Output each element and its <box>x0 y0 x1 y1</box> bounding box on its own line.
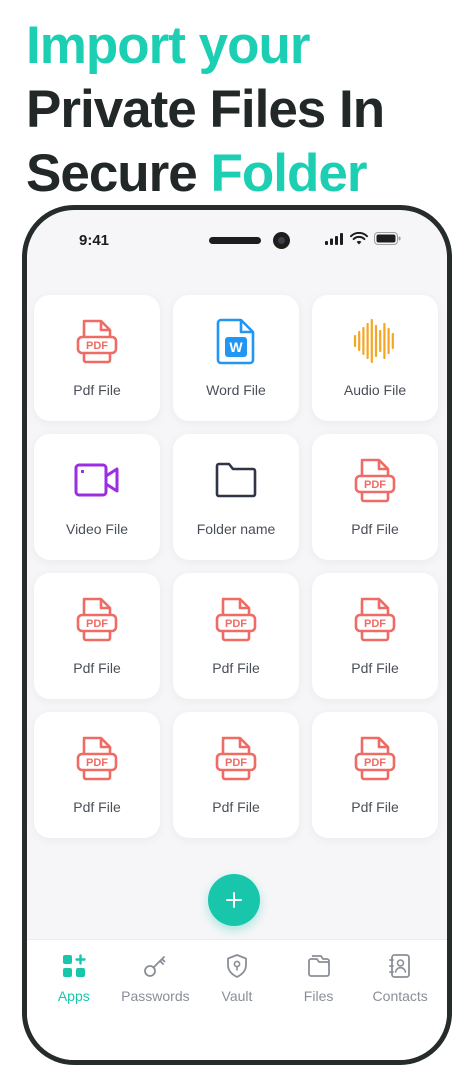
shield-icon <box>223 952 251 980</box>
file-card-label: Pdf File <box>73 382 121 398</box>
headline-line-3-accent: Folder <box>210 144 368 203</box>
contacts-icon <box>386 952 414 980</box>
plus-icon <box>226 892 242 908</box>
apps-icon <box>60 952 88 980</box>
tab-contacts[interactable]: Contacts <box>361 952 439 1004</box>
tab-passwords[interactable]: Passwords <box>116 952 194 1004</box>
status-bar: 9:41 <box>27 210 447 270</box>
file-card-label: Pdf File <box>212 660 260 676</box>
file-card[interactable]: PDF Pdf File <box>34 295 160 421</box>
pdf-icon: PDF <box>212 734 260 782</box>
key-icon <box>141 952 169 980</box>
status-time: 9:41 <box>79 232 110 249</box>
battery-icon <box>374 232 401 245</box>
folder-icon <box>212 456 260 504</box>
wifi-icon <box>350 232 368 245</box>
add-file-button[interactable] <box>208 874 260 926</box>
tab-label: Passwords <box>121 988 190 1004</box>
file-card[interactable]: W Word File <box>173 295 299 421</box>
status-icons <box>325 232 401 245</box>
tab-label: Files <box>303 988 334 1004</box>
svg-text:PDF: PDF <box>225 618 247 630</box>
phone-frame: 9:41 PDF Pdf File W Word File Audio File… <box>22 205 452 1065</box>
file-card[interactable]: PDF Pdf File <box>34 573 160 699</box>
svg-text:PDF: PDF <box>364 757 386 769</box>
tab-files[interactable]: Files <box>280 952 358 1004</box>
file-card[interactable]: PDF Pdf File <box>173 573 299 699</box>
pdf-icon: PDF <box>351 595 399 643</box>
pdf-icon: PDF <box>73 317 121 365</box>
tab-label: Apps <box>57 988 90 1004</box>
svg-text:PDF: PDF <box>364 618 386 630</box>
svg-text:PDF: PDF <box>364 479 386 491</box>
svg-text:PDF: PDF <box>225 757 247 769</box>
svg-text:PDF: PDF <box>86 340 108 352</box>
cellular-signal-icon <box>325 232 343 245</box>
file-card-label: Pdf File <box>73 799 121 815</box>
file-card-label: Pdf File <box>351 799 399 815</box>
file-card[interactable]: PDF Pdf File <box>34 712 160 838</box>
file-grid: PDF Pdf File W Word File Audio File Vide… <box>34 295 440 838</box>
headline-line-3-text: Secure <box>26 144 211 203</box>
headline-line-2: Private Files In <box>26 80 385 139</box>
pdf-icon: PDF <box>73 595 121 643</box>
file-card-label: Word File <box>206 382 266 398</box>
camera-notch <box>273 232 290 249</box>
file-card[interactable]: Audio File <box>312 295 438 421</box>
audio-icon <box>351 317 399 365</box>
file-card-label: Pdf File <box>351 521 399 537</box>
svg-text:W: W <box>229 339 243 355</box>
file-card[interactable]: PDF Pdf File <box>312 712 438 838</box>
pdf-icon: PDF <box>351 734 399 782</box>
file-card-label: Video File <box>65 521 128 537</box>
file-card[interactable]: Video File <box>34 434 160 560</box>
word-icon: W <box>212 317 260 365</box>
tab-vault[interactable]: Vault <box>198 952 276 1004</box>
file-card[interactable]: PDF Pdf File <box>312 573 438 699</box>
svg-text:PDF: PDF <box>86 757 108 769</box>
headline: Import your Private Files In Secure Fold… <box>26 14 385 206</box>
tab-label: Contacts <box>372 988 428 1004</box>
file-card[interactable]: Folder name <box>173 434 299 560</box>
speaker-notch <box>209 237 261 244</box>
file-card-label: Audio File <box>343 382 407 398</box>
bottom-tab-bar: Apps Passwords Vault Files Contacts <box>27 939 447 1060</box>
files-icon <box>305 952 333 980</box>
tab-apps[interactable]: Apps <box>35 952 113 1004</box>
file-card-label: Folder name <box>196 521 276 537</box>
pdf-icon: PDF <box>212 595 260 643</box>
pdf-icon: PDF <box>351 456 399 504</box>
video-icon <box>73 456 121 504</box>
file-card[interactable]: PDF Pdf File <box>312 434 438 560</box>
headline-line-3: Secure Folder <box>26 142 384 206</box>
file-card[interactable]: PDF Pdf File <box>173 712 299 838</box>
svg-text:PDF: PDF <box>86 618 108 630</box>
tab-label: Vault <box>221 988 253 1004</box>
file-card-label: Pdf File <box>351 660 399 676</box>
headline-line-1: Import your <box>26 16 310 75</box>
file-card-label: Pdf File <box>73 660 121 676</box>
pdf-icon: PDF <box>73 734 121 782</box>
file-card-label: Pdf File <box>212 799 260 815</box>
